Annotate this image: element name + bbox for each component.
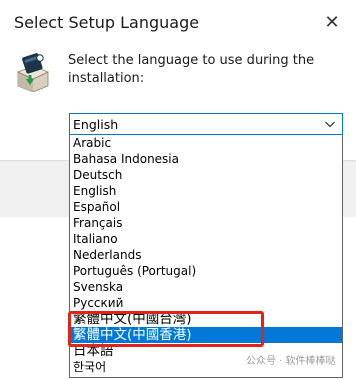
- language-option[interactable]: Bahasa Indonesia: [70, 151, 342, 167]
- language-option[interactable]: Deutsch: [70, 167, 342, 183]
- chevron-down-icon[interactable]: [324, 118, 336, 130]
- instruction-text: Select the language to use during the in…: [68, 53, 315, 86]
- title-bar: Select Setup Language ✕: [0, 0, 356, 48]
- selected-language: English: [73, 117, 119, 132]
- language-option[interactable]: Русский: [70, 295, 342, 311]
- watermark-text: 公众号 · 软件棒棒哒: [246, 356, 336, 367]
- language-option[interactable]: English: [70, 183, 342, 199]
- language-option[interactable]: 繁體中文(中國台灣): [70, 311, 342, 327]
- language-dropdown-list[interactable]: Arabic Bahasa Indonesia Deutsch English …: [69, 135, 343, 378]
- close-icon[interactable]: ✕: [322, 12, 342, 34]
- setup-box-icon: [16, 53, 50, 92]
- dialog-title: Select Setup Language: [14, 13, 200, 32]
- language-option[interactable]: Arabic: [70, 135, 342, 151]
- language-option[interactable]: Português (Portugal): [70, 263, 342, 279]
- setup-language-dialog: Select Setup Language ✕ Select the langu…: [0, 0, 356, 380]
- language-option[interactable]: Nederlands: [70, 247, 342, 263]
- language-option-highlighted[interactable]: 繁體中文(中國香港): [70, 327, 342, 343]
- language-option[interactable]: Español: [70, 199, 342, 215]
- language-option[interactable]: Svenska: [70, 279, 342, 295]
- language-select[interactable]: English: [69, 113, 343, 135]
- language-option[interactable]: Italiano: [70, 231, 342, 247]
- language-option[interactable]: Français: [70, 215, 342, 231]
